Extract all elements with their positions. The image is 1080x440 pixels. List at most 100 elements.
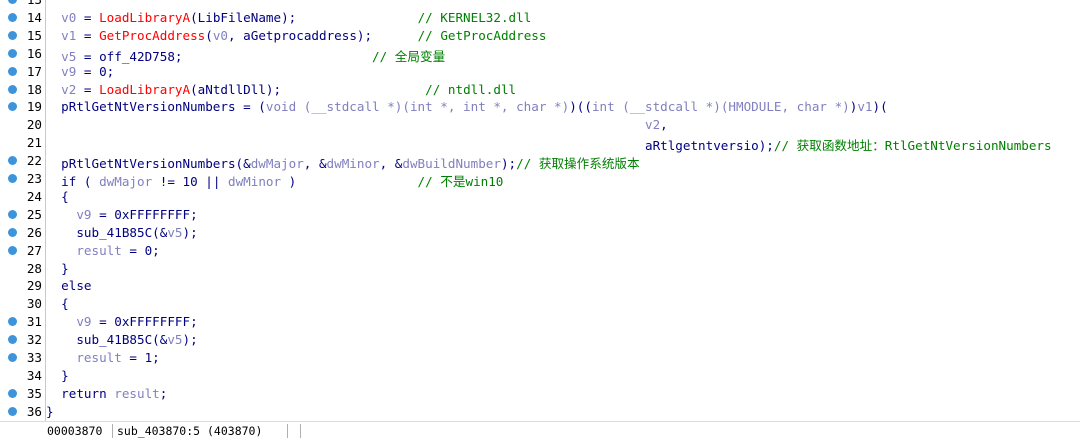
code-line[interactable]: 36} [0, 403, 1080, 421]
line-number: 35 [26, 385, 42, 401]
status-separator [300, 424, 301, 438]
line-number: 16 [26, 45, 42, 61]
code-token: { [46, 296, 69, 312]
line-number: 32 [26, 332, 42, 348]
code-token: else [46, 278, 92, 294]
code-line[interactable]: 16 v5 = off_42D758; // 全局变量 [0, 45, 1080, 64]
code-line[interactable]: 31 v9 = 0xFFFFFFFF; [0, 313, 1080, 331]
code-text: } [46, 368, 69, 383]
code-text: v9 = 0; [46, 64, 114, 79]
breakpoint-dot-icon[interactable] [8, 48, 17, 58]
line-number: 20 [26, 117, 42, 133]
code-text: v2, [46, 117, 668, 132]
code-token: if ( [46, 174, 100, 189]
line-number: 28 [26, 260, 42, 276]
breakpoint-dot-icon[interactable] [8, 317, 17, 327]
breakpoint-dot-icon[interactable] [8, 156, 17, 166]
code-text: v0 = LoadLibraryA(LibFileName); // KERNE… [46, 10, 531, 25]
code-token: // ntdll.dll [281, 81, 517, 97]
code-token: v2 [644, 117, 661, 133]
line-number: 33 [26, 350, 42, 365]
code-token: ); [182, 224, 198, 240]
code-line[interactable]: 26 sub_41B85C(&v5); [0, 224, 1080, 242]
code-token: // KERNEL32.dll [296, 9, 532, 25]
code-text: sub_41B85C(&v5); [46, 332, 197, 347]
code-line[interactable]: 35 return result; [0, 385, 1080, 403]
breakpoint-dot-icon[interactable] [8, 66, 17, 76]
code-token: ; [159, 385, 168, 401]
code-text: } [46, 404, 54, 419]
code-token: != 10 || [152, 174, 228, 189]
code-text: v1 = GetProcAddress(v0, aGetprocaddress)… [46, 28, 546, 43]
line-number: 34 [26, 367, 42, 383]
code-line[interactable]: 19 pRtlGetNtVersionNumbers = (void (__st… [0, 98, 1080, 116]
breakpoint-dot-icon[interactable] [8, 406, 17, 416]
breakpoint-dot-icon[interactable] [8, 335, 17, 345]
line-number: 23 [26, 171, 42, 186]
status-separator [287, 424, 288, 438]
code-line[interactable]: 17 v9 = 0; [0, 63, 1080, 81]
code-token: = 0; [76, 63, 115, 79]
code-line[interactable]: 25 v9 = 0xFFFFFFFF; [0, 206, 1080, 224]
code-line[interactable]: 27 result = 0; [0, 242, 1080, 260]
code-line[interactable]: 32 sub_41B85C(&v5); [0, 331, 1080, 349]
code-line[interactable]: 33 result = 1; [0, 349, 1080, 367]
code-token: v9 [76, 314, 92, 330]
code-token: LoadLibraryA [99, 81, 191, 97]
code-line[interactable]: 14 v0 = LoadLibraryA(LibFileName); // KE… [0, 9, 1080, 27]
code-token: , & [303, 156, 327, 172]
code-token: v0 [61, 9, 77, 25]
code-token: v1 [857, 99, 873, 115]
code-token: = 0; [121, 242, 160, 258]
code-line[interactable]: 20 v2, [0, 116, 1080, 134]
code-text: pRtlGetNtVersionNumbers = (void (__stdca… [46, 99, 888, 114]
code-token: LoadLibraryA [99, 9, 191, 25]
code-line[interactable]: 21 aRtlgetntversio);// 获取函数地址：RtlGetNtVe… [0, 134, 1080, 153]
code-text: result = 1; [46, 350, 160, 365]
code-token: dwMinor [326, 156, 380, 172]
code-line[interactable]: 15 v1 = GetProcAddress(v0, aGetprocaddre… [0, 27, 1080, 45]
pseudocode-editor[interactable]: 1314 v0 = LoadLibraryA(LibFileName); // … [0, 0, 1080, 421]
line-number: 25 [26, 206, 42, 222]
breakpoint-dot-icon[interactable] [8, 0, 17, 4]
breakpoint-dot-icon[interactable] [8, 30, 17, 40]
code-token: } [46, 403, 54, 419]
breakpoint-dot-icon[interactable] [8, 209, 17, 219]
breakpoint-dot-icon[interactable] [8, 227, 17, 237]
code-line[interactable]: 29 else [0, 277, 1080, 295]
code-line[interactable]: 18 v2 = LoadLibraryA(aNtdllDll); // ntdl… [0, 81, 1080, 99]
code-token: ); [500, 156, 517, 172]
code-token: , & [379, 156, 403, 172]
code-token: v5 [61, 48, 77, 64]
breakpoint-dot-icon[interactable] [8, 174, 17, 183]
code-token: { [46, 188, 69, 204]
breakpoint-dot-icon[interactable] [8, 12, 17, 22]
code-line[interactable]: 22 pRtlGetNtVersionNumbers(&dwMajor, &dw… [0, 152, 1080, 172]
breakpoint-dot-icon[interactable] [8, 102, 17, 112]
line-number: 29 [26, 278, 42, 294]
code-line[interactable]: 34 } [0, 367, 1080, 385]
code-token: , [660, 117, 668, 133]
breakpoint-dot-icon[interactable] [8, 353, 17, 362]
code-token: dwMajor [99, 174, 153, 189]
code-line[interactable]: 24 { [0, 188, 1080, 206]
code-token: = [76, 9, 100, 25]
breakpoint-dot-icon[interactable] [8, 388, 17, 398]
code-token: (LibFileName); [190, 9, 297, 25]
code-token: // 不是win10 [296, 174, 504, 189]
code-line[interactable]: 28 } [0, 260, 1080, 278]
code-text: { [46, 296, 69, 311]
breakpoint-dot-icon[interactable] [8, 84, 17, 94]
code-token: = 1; [121, 350, 160, 365]
code-line[interactable]: 13 [0, 0, 1080, 9]
code-token: v1 [61, 27, 77, 43]
code-text: result = 0; [46, 242, 160, 258]
code-line[interactable]: 23 if ( dwMajor != 10 || dwMinor ) // 不是… [0, 170, 1080, 189]
code-token: ) [281, 174, 297, 189]
breakpoint-dot-icon[interactable] [8, 245, 17, 255]
code-line[interactable]: 30 { [0, 295, 1080, 313]
